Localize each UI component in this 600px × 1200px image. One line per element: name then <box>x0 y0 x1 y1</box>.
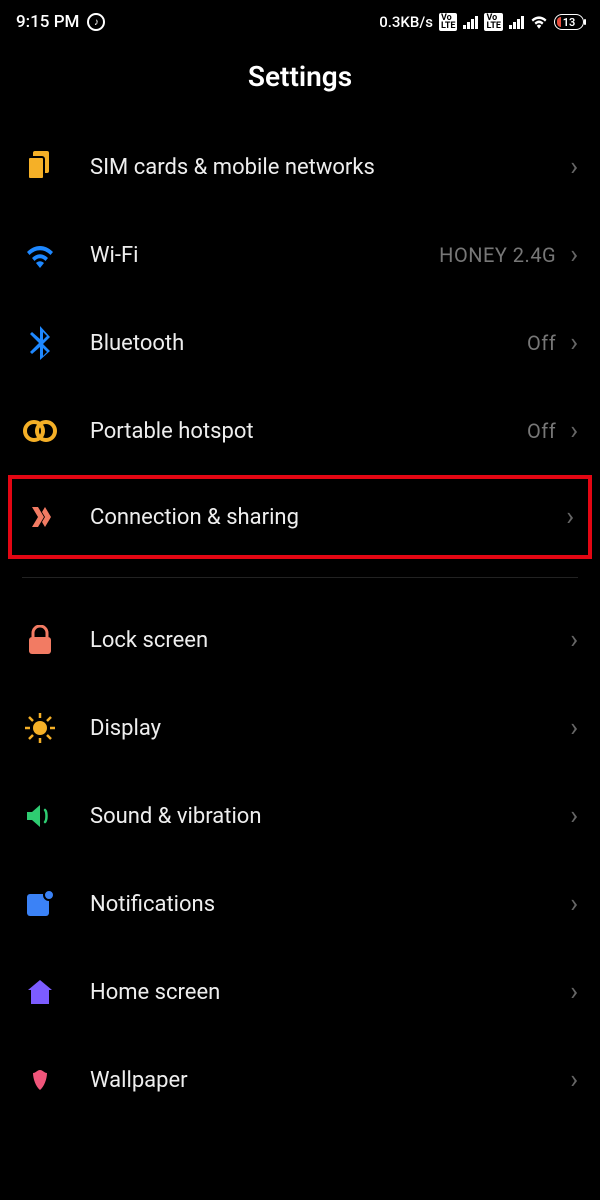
chevron-right-icon: › <box>570 979 578 1005</box>
row-value: Off <box>527 331 556 355</box>
chevron-right-icon: › <box>570 891 578 917</box>
row-wifi[interactable]: Wi-Fi HONEY 2.4G › <box>0 211 600 299</box>
row-label: Portable hotspot <box>90 419 527 444</box>
row-hotspot[interactable]: Portable hotspot Off › <box>0 387 600 475</box>
row-sim-cards[interactable]: SIM cards & mobile networks › <box>0 123 600 211</box>
battery-percent: 13 <box>563 16 576 29</box>
row-label: Sound & vibration <box>90 804 570 829</box>
row-home-screen[interactable]: Home screen › <box>0 948 600 1036</box>
chevron-right-icon: › <box>570 330 578 356</box>
chevron-right-icon: › <box>570 418 578 444</box>
row-connection-sharing[interactable]: Connection & sharing › <box>8 475 592 559</box>
home-icon <box>22 978 58 1006</box>
row-label: SIM cards & mobile networks <box>90 155 570 180</box>
display-icon <box>22 713 58 743</box>
chevron-right-icon: › <box>570 1067 578 1093</box>
notifications-icon <box>22 890 58 918</box>
row-label: Wi-Fi <box>90 243 439 268</box>
wallpaper-icon <box>22 1066 58 1094</box>
hotspot-icon <box>22 419 58 443</box>
connection-sharing-icon <box>26 503 62 531</box>
row-label: Display <box>90 716 570 741</box>
chevron-right-icon: › <box>570 715 578 741</box>
row-label: Bluetooth <box>90 331 527 356</box>
chevron-right-icon: › <box>570 154 578 180</box>
data-rate: 0.3KB/s <box>379 13 433 31</box>
signal-icon-2 <box>509 15 524 29</box>
row-label: Lock screen <box>90 628 570 653</box>
music-icon: ♪ <box>87 13 105 31</box>
sound-icon <box>22 803 58 829</box>
row-lock-screen[interactable]: Lock screen › <box>0 596 600 684</box>
lock-icon <box>22 625 58 655</box>
row-label: Home screen <box>90 980 570 1005</box>
row-label: Wallpaper <box>90 1068 570 1093</box>
battery-icon: 13 <box>554 14 584 30</box>
section-divider <box>22 577 578 578</box>
row-value: HONEY 2.4G <box>439 243 556 267</box>
signal-icon-1 <box>463 15 478 29</box>
row-wallpaper[interactable]: Wallpaper › <box>0 1036 600 1124</box>
sim-icon <box>22 151 58 183</box>
row-label: Notifications <box>90 892 570 917</box>
bluetooth-icon <box>22 326 58 360</box>
volte-icon-2: VoLTE <box>484 13 503 31</box>
chevron-right-icon: › <box>566 504 574 530</box>
volte-icon-1: VoLTE <box>439 13 458 31</box>
wifi-icon <box>22 242 58 268</box>
row-value: Off <box>527 419 556 443</box>
wifi-status-icon <box>530 15 548 29</box>
chevron-right-icon: › <box>570 627 578 653</box>
chevron-right-icon: › <box>570 803 578 829</box>
row-sound[interactable]: Sound & vibration › <box>0 772 600 860</box>
status-bar: 9:15 PM ♪ 0.3KB/s VoLTE VoLTE 13 <box>0 0 600 40</box>
page-title: Settings <box>0 60 600 93</box>
status-left: 9:15 PM ♪ <box>16 12 105 32</box>
settings-list: SIM cards & mobile networks › Wi-Fi HONE… <box>0 123 600 1124</box>
row-bluetooth[interactable]: Bluetooth Off › <box>0 299 600 387</box>
row-display[interactable]: Display › <box>0 684 600 772</box>
row-label: Connection & sharing <box>90 505 566 530</box>
status-right: 0.3KB/s VoLTE VoLTE 13 <box>379 13 584 31</box>
chevron-right-icon: › <box>570 242 578 268</box>
status-time: 9:15 PM <box>16 12 79 32</box>
row-notifications[interactable]: Notifications › <box>0 860 600 948</box>
